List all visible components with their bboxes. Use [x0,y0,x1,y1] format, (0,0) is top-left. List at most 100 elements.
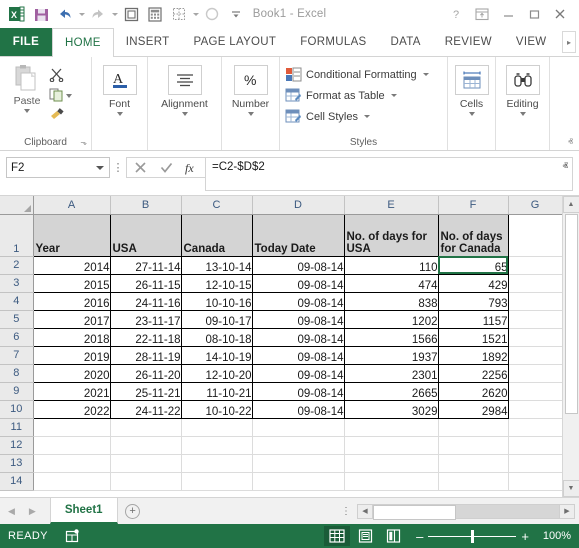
zoom-slider-track[interactable] [428,529,517,543]
cell-g7[interactable] [508,346,563,365]
row-header-6[interactable]: 6 [0,328,34,347]
cell-f10[interactable]: 2984 [437,399,509,419]
restore-button[interactable] [521,3,547,25]
cell-a5[interactable]: 2017 [32,309,111,329]
vertical-scrollbar-thumb[interactable] [564,214,578,414]
cell-c8[interactable]: 12-10-20 [180,363,253,383]
cell-a10[interactable]: 2022 [32,399,111,419]
cell-c9[interactable]: 11-10-21 [180,381,253,401]
tab-insert[interactable]: INSERT [114,28,182,56]
cell-c10[interactable]: 10-10-22 [180,399,253,419]
print-preview-icon[interactable] [120,3,142,25]
vertical-scrollbar[interactable]: ▲ ▼ [562,196,579,497]
cell-d5[interactable]: 09-08-14 [251,309,345,329]
normal-view-button[interactable] [324,526,351,546]
cell-f7[interactable]: 1892 [437,345,509,365]
editing-button[interactable]: Editing [501,62,544,116]
cell-b14[interactable] [110,472,182,491]
cell-c5[interactable]: 09-10-17 [180,309,253,329]
tab-home[interactable]: HOME [52,28,114,57]
cell-b7[interactable]: 28-11-19 [109,345,182,365]
format-painter-button[interactable] [49,106,72,123]
save-icon[interactable] [30,3,52,25]
row-header-1[interactable]: 1 [0,214,34,257]
borders-dropdown-icon[interactable] [193,12,199,16]
cell-d14[interactable] [252,472,345,491]
font-button[interactable]: A Font [97,62,142,116]
cell-a6[interactable]: 2018 [32,327,111,347]
cell-b10[interactable]: 24-11-22 [109,399,182,419]
copy-button[interactable] [49,86,72,103]
cell-e11[interactable] [344,418,439,437]
cell-e1[interactable]: No. of days for USA [343,213,439,257]
cell-f8[interactable]: 2256 [437,363,509,383]
column-header-f[interactable]: F [438,196,509,215]
cell-b12[interactable] [110,436,182,455]
scroll-up-button[interactable]: ▲ [562,196,579,213]
cell-e12[interactable] [344,436,439,455]
cell-a9[interactable]: 2021 [32,381,111,401]
cell-f3[interactable]: 429 [437,273,509,293]
cell-d9[interactable]: 09-08-14 [251,381,345,401]
cell-e2[interactable]: 110 [343,255,439,275]
cell-c12[interactable] [181,436,253,455]
tab-view[interactable]: VIEW [504,28,559,56]
row-header-11[interactable]: 11 [0,418,34,437]
cell-e7[interactable]: 1937 [343,345,439,365]
cell-b5[interactable]: 23-11-17 [109,309,182,329]
tab-file[interactable]: FILE [0,28,52,56]
editing-dropdown-icon[interactable] [519,112,526,116]
row-header-10[interactable]: 10 [0,400,34,419]
record-macro-icon[interactable] [64,528,80,544]
cell-a1[interactable]: Year [32,213,111,257]
cell-f5[interactable]: 1157 [437,309,509,329]
cell-c11[interactable] [181,418,253,437]
cell-a2[interactable]: 2014 [32,255,111,275]
undo-icon[interactable] [54,3,76,25]
cell-d8[interactable]: 09-08-14 [251,363,345,383]
cell-g3[interactable] [508,274,563,293]
row-header-14[interactable]: 14 [0,472,34,491]
cell-c2[interactable]: 13-10-14 [180,255,253,275]
cell-d10[interactable]: 09-08-14 [251,399,345,419]
undo-dropdown-icon[interactable] [79,12,85,16]
row-header-7[interactable]: 7 [0,346,34,365]
cell-f11[interactable] [438,418,509,437]
alignment-button[interactable]: Alignment [153,62,216,116]
cell-c13[interactable] [181,454,253,473]
cell-a8[interactable]: 2020 [32,363,111,383]
cell-c7[interactable]: 14-10-19 [180,345,253,365]
cell-e5[interactable]: 1202 [343,309,439,329]
column-header-d[interactable]: D [252,196,345,215]
cell-g12[interactable] [508,436,563,455]
row-header-3[interactable]: 3 [0,274,34,293]
tab-formulas[interactable]: FORMULAS [288,28,378,56]
cell-g4[interactable] [508,292,563,311]
hscroll-right-button[interactable]: ▶ [559,503,575,519]
row-header-4[interactable]: 4 [0,292,34,311]
add-sheet-button[interactable]: + [118,498,148,524]
cell-a4[interactable]: 2016 [32,291,111,311]
cell-f9[interactable]: 2620 [437,381,509,401]
cell-a14[interactable] [33,472,111,491]
cell-d13[interactable] [252,454,345,473]
cut-button[interactable] [49,66,72,83]
cell-d6[interactable]: 09-08-14 [251,327,345,347]
row-header-5[interactable]: 5 [0,310,34,329]
cell-f4[interactable]: 793 [437,291,509,311]
cell-f14[interactable] [438,472,509,491]
cancel-formula-button[interactable] [127,158,153,177]
cells-dropdown-icon[interactable] [468,112,475,116]
close-button[interactable] [547,3,573,25]
cell-b11[interactable] [110,418,182,437]
cell-b4[interactable]: 24-11-16 [109,291,182,311]
borders-icon[interactable] [168,3,190,25]
help-button[interactable]: ? [443,3,469,25]
cell-a12[interactable] [33,436,111,455]
cell-c1[interactable]: Canada [180,213,253,257]
cell-a3[interactable]: 2015 [32,273,111,293]
row-header-2[interactable]: 2 [0,256,34,275]
cell-g2[interactable] [508,256,563,275]
cell-c14[interactable] [181,472,253,491]
conditional-formatting-button[interactable]: Conditional Formatting [285,64,429,85]
